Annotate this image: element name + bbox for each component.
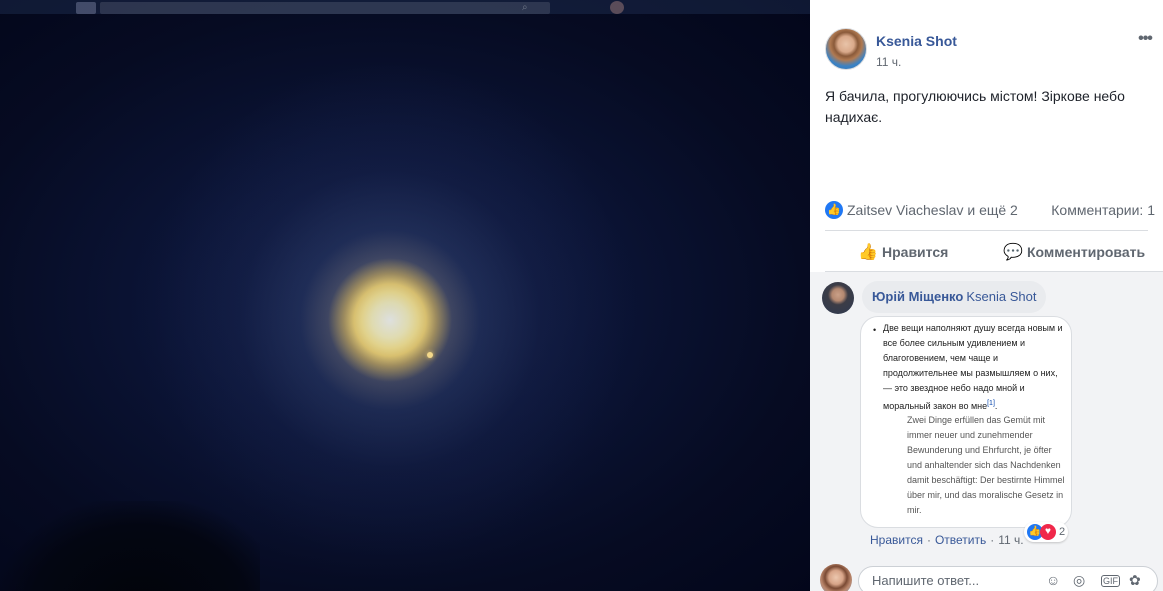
photo-viewer: ⌕ Ksenia Shot 11 ч. ••• Я бачила, прогул… [0, 0, 1163, 591]
quote-russian-text: Две вещи наполняют душу всегда новым и в… [883, 323, 1063, 411]
sticker-icon[interactable]: ✿ [1129, 572, 1141, 589]
author-avatar[interactable] [825, 28, 867, 70]
quote-reference: [1] [987, 400, 995, 407]
current-user-avatar [820, 564, 852, 591]
reply-placeholder: Напишите ответ... [872, 573, 980, 588]
emoji-icon[interactable]: ☺ [1046, 572, 1060, 588]
background-avatar [610, 1, 624, 14]
background-top-bar: ⌕ [0, 0, 810, 14]
like-button-label: Нравится [882, 244, 949, 260]
quote-russian: Две вещи наполняют душу всегда новым и в… [883, 323, 1063, 411]
reactions-summary[interactable]: 👍 Zaitsev Viacheslav и ещё 2 Комментарии… [825, 200, 1155, 222]
post-side-panel: Ksenia Shot 11 ч. ••• Я бачила, прогулюю… [810, 0, 1163, 591]
quote-german: Zwei Dinge erfüllen das Gemüt mit immer … [907, 415, 1065, 515]
comment-reactions[interactable]: 👍 ♥ 2 [1024, 522, 1069, 542]
post-timestamp[interactable]: 11 ч. [876, 55, 901, 69]
comment-button-label: Комментировать [1027, 244, 1146, 260]
thumbs-up-icon: 👍 [858, 244, 878, 261]
night-sky-photo [0, 0, 810, 591]
search-icon: ⌕ [522, 2, 528, 13]
commenter-avatar[interactable] [822, 282, 854, 314]
more-icon[interactable]: ••• [1134, 28, 1156, 50]
love-reaction-icon: ♥ [1040, 524, 1056, 541]
post-actions: 👍 Нравится 💬 Комментировать [825, 236, 1155, 268]
comment-bubble: Юрій Міщенко Ksenia Shot [862, 281, 1047, 313]
facebook-logo-icon [76, 2, 96, 14]
meta-separator: · [926, 533, 931, 547]
comment-icon: 💬 [1003, 244, 1023, 261]
gif-icon[interactable]: GIF [1101, 575, 1120, 587]
reply-input[interactable]: Напишите ответ... ☺ ◎ GIF ✿ [858, 566, 1158, 591]
meta-separator: · [990, 533, 995, 547]
tree-silhouette [0, 501, 260, 591]
like-reaction-icon: 👍 [825, 201, 843, 219]
reactors-text[interactable]: Zaitsev Viacheslav и ещё 2 [847, 202, 1018, 218]
bright-star [427, 352, 433, 358]
comment-reaction-count: 2 [1059, 526, 1066, 539]
comment-button[interactable]: 💬 Комментировать [1003, 236, 1145, 268]
comment-image-quote[interactable]: • Две вещи наполняют душу всегда новым и… [860, 316, 1072, 528]
comment-mention[interactable]: Ksenia Shot [966, 289, 1036, 304]
comments-count[interactable]: Комментарии: 1 [1051, 202, 1155, 218]
moon-halo [150, 60, 630, 560]
quote-bullet: • [873, 325, 877, 335]
comment-like-link[interactable]: Нравится [870, 533, 923, 547]
comment-timestamp[interactable]: 11 ч. [998, 533, 1023, 547]
comments-section: Юрій Міщенко Ksenia Shot • Две вещи напол… [810, 272, 1163, 552]
post-text: Я бачила, прогулюючись містом! Зіркове н… [825, 88, 1125, 125]
divider [825, 230, 1148, 231]
like-button[interactable]: 👍 Нравится [858, 236, 948, 268]
camera-icon[interactable]: ◎ [1073, 572, 1085, 589]
author-name[interactable]: Ksenia Shot [876, 33, 957, 49]
comment-reply-link[interactable]: Ответить [935, 533, 986, 547]
post-header: Ksenia Shot 11 ч. ••• [825, 28, 1155, 72]
commenter-name[interactable]: Юрій Міщенко [872, 289, 963, 304]
background-search-box [100, 2, 550, 14]
reply-composer: Напишите ответ... ☺ ◎ GIF ✿ [810, 552, 1163, 591]
comment-meta: Нравится · Ответить · 11 ч. [870, 532, 1024, 548]
